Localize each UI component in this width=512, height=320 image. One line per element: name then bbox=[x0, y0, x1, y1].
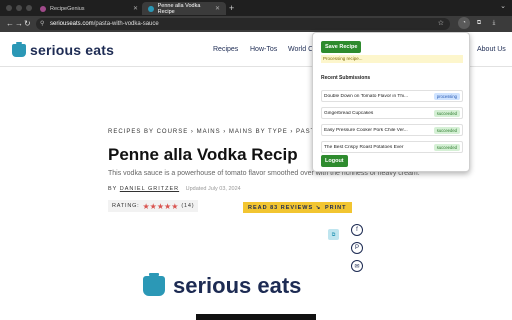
serious-eats-favicon-icon bbox=[148, 5, 154, 12]
submission-row[interactable]: The Best Crispy Roast Potatoes Ever succ… bbox=[321, 141, 463, 153]
status-badge: succeeded bbox=[433, 126, 460, 134]
tab-search-icon[interactable]: ⌄ bbox=[500, 2, 506, 10]
logo-text: serious eats bbox=[30, 42, 115, 58]
tab-strip: RecipeGenius ✕ Penne alla Vodka Recipe ✕… bbox=[0, 0, 512, 16]
status-badge: processing bbox=[433, 92, 460, 100]
read-reviews-button[interactable]: READ 83 REVIEWS ↘ bbox=[243, 202, 327, 213]
nav-recipes[interactable]: Recipes bbox=[213, 46, 238, 53]
nav-about-us[interactable]: About Us bbox=[477, 46, 506, 53]
extensions-puzzle-icon[interactable]: ⧉ bbox=[473, 17, 485, 29]
url-text: seriouseats.com/pasta-with-vodka-sauce bbox=[50, 21, 159, 27]
byline: BY DANIEL GRITZER Updated July 03, 2024 bbox=[108, 186, 241, 192]
submission-row[interactable]: Double Down on Tomato Flavor in Thi... p… bbox=[321, 90, 463, 102]
reload-button[interactable]: ↻ bbox=[24, 18, 31, 30]
forward-button[interactable]: → bbox=[15, 18, 23, 30]
site-logo[interactable]: serious eats bbox=[12, 41, 115, 58]
email-share-icon[interactable]: ✉ bbox=[351, 260, 363, 272]
pinterest-share-icon[interactable]: P bbox=[351, 242, 363, 254]
minimize-window-icon[interactable] bbox=[16, 5, 22, 11]
nav-how-tos[interactable]: How-Tos bbox=[250, 46, 277, 53]
recipe-extension-icon[interactable]: ◔ bbox=[458, 17, 470, 29]
close-window-icon[interactable] bbox=[6, 5, 12, 11]
tab-label: RecipeGenius bbox=[50, 5, 85, 12]
rating-stars-icon: ★★★★★ bbox=[142, 201, 179, 211]
tab-recipegenius[interactable]: RecipeGenius ✕ bbox=[34, 2, 144, 15]
recipe-title: Penne alla Vodka Recip bbox=[108, 145, 298, 164]
status-badge: succeeded bbox=[433, 143, 460, 151]
submission-row[interactable]: Easy Pressure Cooker Pork Chile Ver... s… bbox=[321, 124, 463, 136]
new-tab-button[interactable]: + bbox=[229, 2, 234, 14]
site-info-icon[interactable]: ⚲ bbox=[40, 20, 44, 28]
author-link[interactable]: DANIEL GRITZER bbox=[120, 186, 179, 192]
recent-submissions-heading: Recent Submissions bbox=[321, 75, 371, 81]
breadcrumb[interactable]: RECIPES BY COURSE › MAINS › MAINS BY TYP… bbox=[108, 129, 328, 135]
rating-box: RATING: ★★★★★ (14) bbox=[108, 200, 199, 212]
footer-logo: serious eats bbox=[143, 273, 301, 299]
maximize-window-icon[interactable] bbox=[26, 5, 32, 11]
status-badge: succeeded bbox=[433, 109, 460, 117]
extension-popup: Save Recipe Processing recipe... Recent … bbox=[312, 32, 470, 172]
recipegenius-favicon-icon bbox=[40, 5, 46, 12]
video-player[interactable] bbox=[196, 314, 316, 320]
rating-count: (14) bbox=[181, 203, 195, 209]
updated-date: Updated July 03, 2024 bbox=[185, 186, 241, 192]
logout-button[interactable]: Logout bbox=[321, 155, 348, 167]
submission-row[interactable]: Gingerbread Cupcakes succeeded bbox=[321, 107, 463, 119]
tab-penne-alla-vodka[interactable]: Penne alla Vodka Recipe ✕ bbox=[142, 2, 226, 15]
processing-status: Processing recipe... bbox=[321, 55, 463, 63]
pot-logo-icon bbox=[12, 41, 26, 57]
print-button[interactable]: PRINT bbox=[320, 202, 352, 213]
pot-logo-icon bbox=[143, 273, 165, 296]
close-tab-icon[interactable]: ✕ bbox=[133, 5, 138, 12]
close-tab-icon[interactable]: ✕ bbox=[215, 5, 220, 12]
address-bar[interactable]: ⚲ seriouseats.com/pasta-with-vodka-sauce… bbox=[36, 18, 450, 30]
download-icon[interactable]: ⤓ bbox=[488, 17, 500, 29]
save-recipe-button[interactable]: Save Recipe bbox=[321, 41, 362, 53]
window-controls[interactable] bbox=[6, 5, 32, 11]
save-recipe-icon[interactable]: ⧉ bbox=[328, 229, 339, 240]
browser-toolbar: ← → ↻ ⚲ seriouseats.com/pasta-with-vodka… bbox=[0, 16, 512, 32]
facebook-share-icon[interactable]: f bbox=[351, 224, 363, 236]
bookmark-star-icon[interactable]: ☆ bbox=[438, 19, 444, 27]
nav-world-cuisine[interactable]: World C bbox=[288, 46, 313, 53]
tab-label: Penne alla Vodka Recipe bbox=[157, 2, 201, 15]
back-button[interactable]: ← bbox=[6, 18, 14, 30]
